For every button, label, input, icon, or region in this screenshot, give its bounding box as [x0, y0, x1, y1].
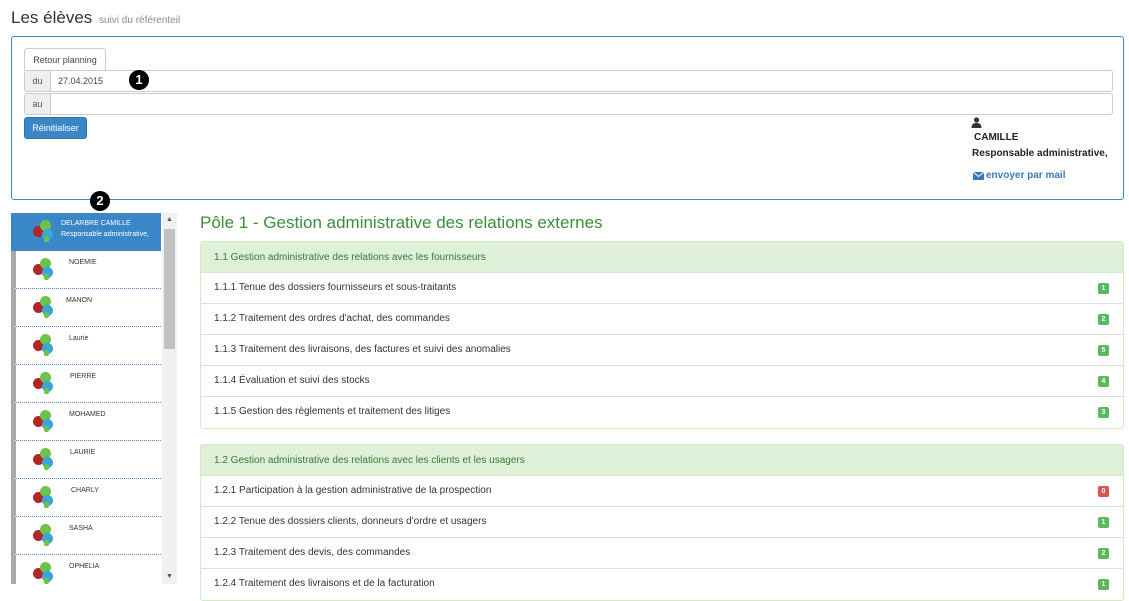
competence-item[interactable]: 1.2.3 Traitement des devis, des commande… [201, 538, 1123, 569]
student-item[interactable]: PIERRE [11, 365, 161, 403]
competence-label: 1.1.3 Traitement des livraisons, des fac… [214, 344, 511, 355]
date-to-group: au [24, 93, 1113, 115]
competence-label: 1.1.2 Traitement des ordres d'achat, des… [214, 313, 450, 324]
competence-item[interactable]: 1.1.2 Traitement des ordres d'achat, des… [201, 304, 1123, 335]
competence-item[interactable]: 1.2.2 Tenue des dossiers clients, donneu… [201, 507, 1123, 538]
competence-label: 1.2.1 Participation à la gestion adminis… [214, 485, 492, 496]
student-item[interactable]: DELARBRE CAMILLE Responsable administrat… [11, 213, 161, 251]
student-avatar-icon [33, 410, 55, 432]
student-role: Responsable administrative, [61, 231, 149, 238]
count-badge: 4 [1098, 376, 1109, 387]
count-badge: 3 [1098, 407, 1109, 418]
annotation-marker-1: 1 [129, 70, 149, 90]
student-avatar-icon [33, 334, 55, 356]
competence-item[interactable]: 1.1.4 Évaluation et suivi des stocks 4 [201, 366, 1123, 397]
pole-title: Pôle 1 - Gestion administrative des rela… [200, 213, 603, 232]
student-list-scrollbar[interactable]: ▲ ▼ [162, 213, 177, 584]
group-header[interactable]: 1.1 Gestion administrative des relations… [201, 242, 1123, 273]
competence-item[interactable]: 1.1.1 Tenue des dossiers fournisseurs et… [201, 273, 1123, 304]
count-badge: 1 [1098, 517, 1109, 528]
group-header[interactable]: 1.2 Gestion administrative des relations… [201, 445, 1123, 476]
student-avatar-icon [33, 296, 55, 318]
student-name: SASHA [69, 525, 93, 532]
count-badge: 1 [1098, 579, 1109, 590]
count-badge: 5 [1098, 345, 1109, 356]
student-name: OPHELIA [69, 563, 100, 570]
filter-panel: Retour planning du 27.04.2015 au Réiniti… [11, 36, 1124, 200]
student-name: DELARBRE CAMILLE [61, 220, 131, 227]
student-list: DELARBRE CAMILLE Responsable administrat… [11, 213, 177, 584]
envelope-icon [973, 171, 984, 180]
count-badge: 0 [1098, 486, 1109, 497]
user-role: Responsable administrative, [972, 148, 1108, 159]
student-item[interactable]: MOHAMED [11, 403, 161, 441]
competence-item[interactable]: 1.2.1 Participation à la gestion adminis… [201, 476, 1123, 507]
date-to-label: au [25, 94, 51, 114]
user-name: CAMILLE [974, 132, 1019, 143]
page-subtitle: suivi du référenteil [99, 15, 181, 26]
student-item[interactable]: Laurie [11, 327, 161, 365]
competence-item[interactable]: 1.1.5 Gestion des règlements et traiteme… [201, 397, 1123, 428]
date-from-group: du 27.04.2015 [24, 70, 1113, 92]
count-badge: 2 [1098, 548, 1109, 559]
competence-group: 1.2 Gestion administrative des relations… [200, 444, 1124, 601]
competence-label: 1.2.3 Traitement des devis, des commande… [214, 547, 411, 558]
student-item[interactable]: LAURIE [11, 441, 161, 479]
page-title: Les élèves suivi du référenteil [11, 8, 180, 28]
scroll-down-icon[interactable]: ▼ [162, 573, 177, 583]
student-avatar-icon [33, 448, 55, 470]
student-name: LAURIE [70, 449, 96, 456]
student-name: MOHAMED [69, 411, 106, 418]
student-name: PIERRE [70, 373, 97, 380]
student-item[interactable]: SASHA [11, 517, 161, 555]
reset-button[interactable]: Réinitialiser [24, 117, 87, 139]
page-title-text: Les élèves [11, 8, 93, 27]
count-badge: 1 [1098, 283, 1109, 294]
date-from-label: du [25, 71, 51, 91]
tab-retour-planning[interactable]: Retour planning [24, 48, 106, 71]
competence-label: 1.1.5 Gestion des règlements et traiteme… [214, 406, 451, 417]
annotation-marker-2: 2 [90, 191, 110, 211]
student-avatar-icon [33, 562, 55, 584]
user-icon [971, 117, 982, 128]
competence-label: 1.2.2 Tenue des dossiers clients, donneu… [214, 516, 487, 527]
competence-label: 1.1.1 Tenue des dossiers fournisseurs et… [214, 282, 457, 293]
student-avatar-icon [33, 258, 55, 280]
scroll-up-icon[interactable]: ▲ [162, 216, 177, 226]
send-mail-link[interactable]: envoyer par mail [973, 170, 1065, 181]
date-from-input[interactable]: 27.04.2015 [51, 71, 1112, 91]
student-avatar-icon [33, 372, 55, 394]
student-name: Laurie [69, 335, 89, 342]
student-item[interactable]: MANON [11, 289, 161, 327]
scroll-thumb[interactable] [164, 229, 175, 349]
competence-group: 1.1 Gestion administrative des relations… [200, 241, 1124, 429]
student-item[interactable]: NOEMIE [11, 251, 161, 289]
student-item[interactable]: CHARLY [11, 479, 161, 517]
student-name: CHARLY [71, 487, 99, 494]
competence-item[interactable]: 1.2.4 Traitement des livraisons et de la… [201, 569, 1123, 600]
student-avatar-icon [33, 220, 55, 242]
send-mail-label: envoyer par mail [986, 170, 1066, 181]
date-to-input[interactable] [51, 94, 1112, 114]
student-name: NOEMIE [69, 259, 97, 266]
student-item[interactable]: OPHELIA [11, 555, 161, 584]
student-avatar-icon [33, 486, 55, 508]
student-name: MANON [66, 297, 93, 304]
competence-item[interactable]: 1.1.3 Traitement des livraisons, des fac… [201, 335, 1123, 366]
student-avatar-icon [33, 524, 55, 546]
count-badge: 2 [1098, 314, 1109, 325]
competence-label: 1.1.4 Évaluation et suivi des stocks [214, 375, 370, 386]
